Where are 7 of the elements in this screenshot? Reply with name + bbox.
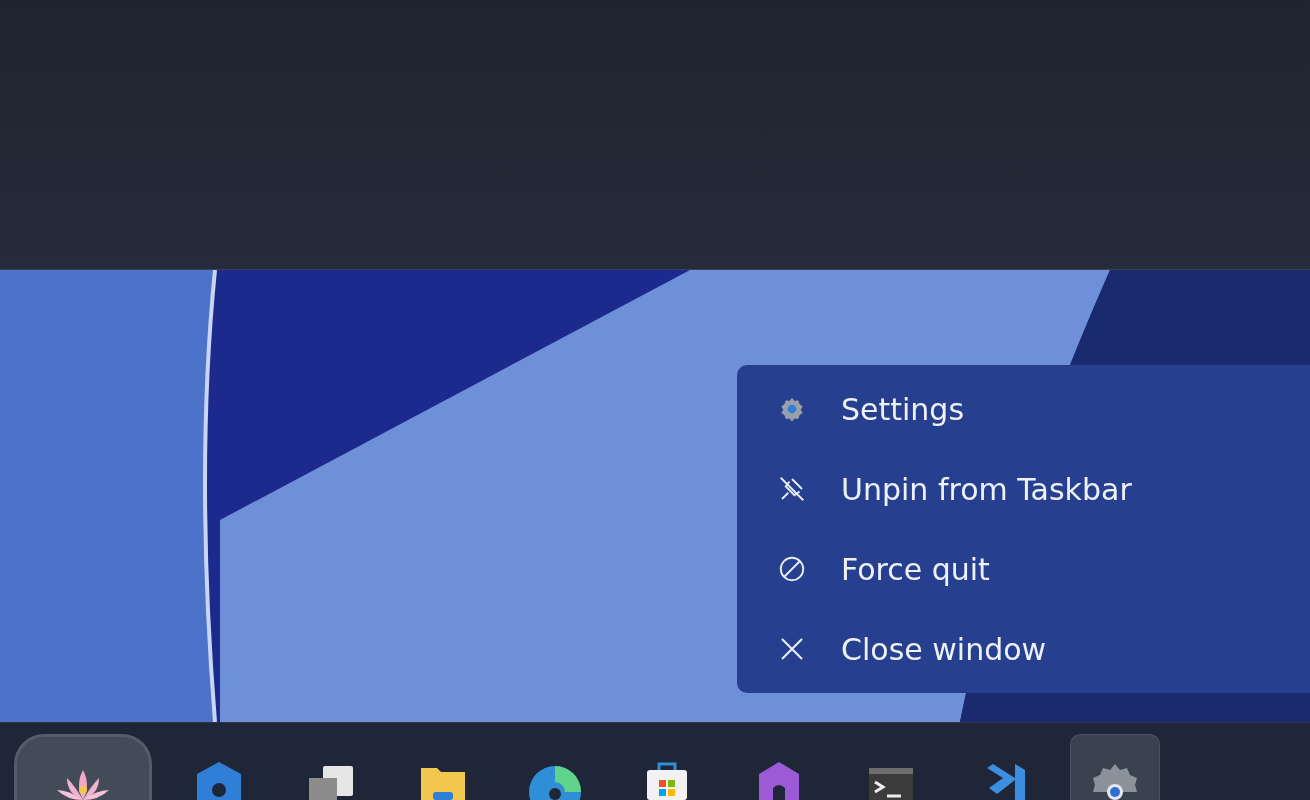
menu-item[interactable]: Force quit — [737, 534, 1310, 604]
menu-item[interactable]: Close window — [737, 614, 1310, 684]
start-button[interactable] — [14, 734, 152, 800]
crossed-pin-icon — [777, 474, 807, 504]
menu-item[interactable]: Unpin from Taskbar — [737, 454, 1310, 524]
prohibited-icon — [777, 554, 807, 584]
menu-item[interactable]: Settings — [737, 374, 1310, 444]
